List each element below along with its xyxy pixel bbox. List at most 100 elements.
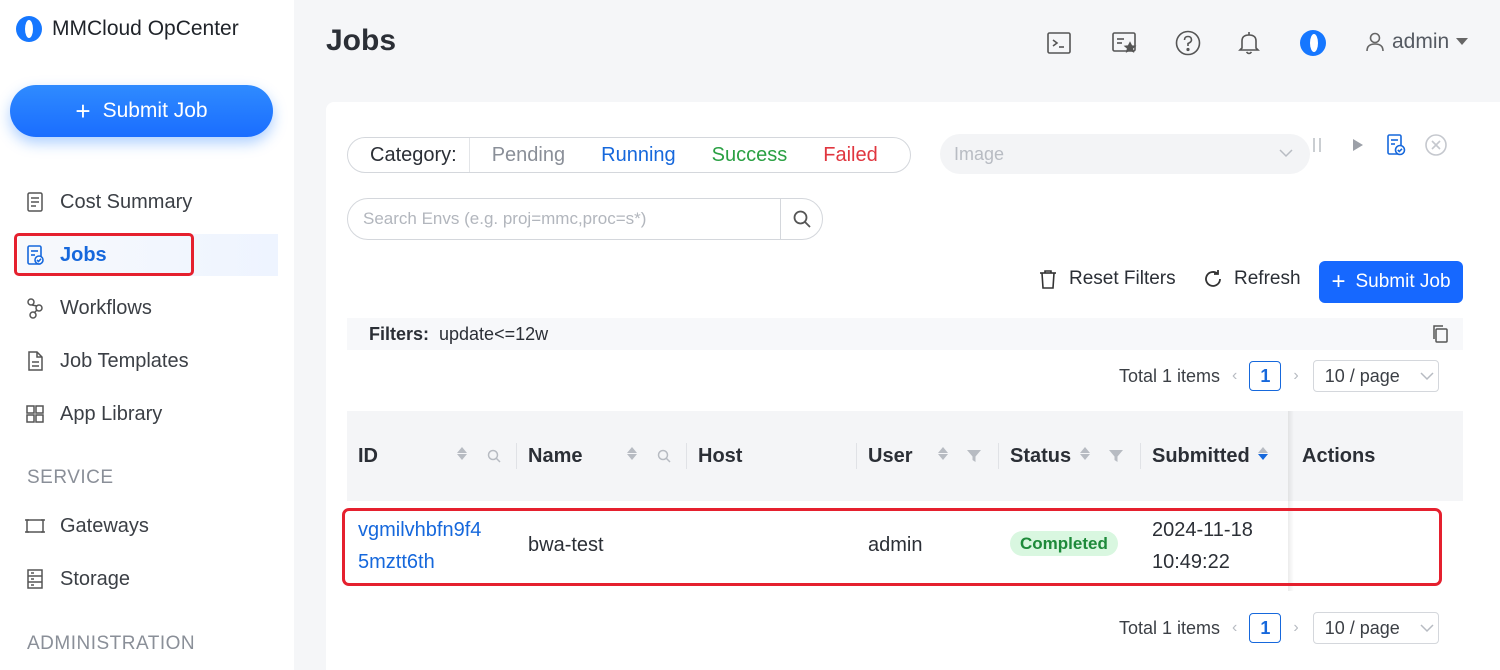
chevron-down-icon (1420, 372, 1434, 381)
total-items: Total 1 items (1119, 365, 1221, 386)
category-success[interactable]: Success (694, 144, 806, 167)
search-icon (793, 210, 811, 228)
table-row-submitted: 2024-11-18 10:49:22 (1152, 514, 1253, 578)
sidebar-item-job-templates[interactable]: Job Templates (18, 340, 278, 382)
chevron-down-icon (1420, 624, 1434, 633)
storage-icon (27, 569, 43, 589)
jobs-table: ID Name Host User Status Submitted Actio… (347, 411, 1463, 501)
brand-icon[interactable] (1298, 28, 1328, 58)
column-submitted: Submitted (1152, 411, 1290, 501)
job-detail-icon[interactable] (1384, 133, 1408, 157)
sidebar-item-gateways[interactable]: Gateways (18, 505, 278, 547)
submit-job-toolbar-label: Submit Job (1355, 271, 1451, 292)
sort-desc-icon[interactable] (1258, 447, 1268, 460)
page-number[interactable]: 1 (1249, 613, 1282, 643)
gateway-icon (25, 519, 45, 533)
submitted-time: 10:49:22 (1152, 551, 1230, 573)
prev-page-icon[interactable]: ‹ (1232, 619, 1237, 637)
reset-filters-label: Reset Filters (1069, 268, 1176, 289)
sidebar-item-label: Storage (60, 567, 131, 590)
filters-value: update<=12w (439, 323, 549, 344)
submit-job-toolbar-button[interactable]: + Submit Job (1319, 261, 1463, 303)
sidebar-item-label: Jobs (60, 243, 107, 266)
sort-icon[interactable] (457, 447, 467, 460)
submit-job-button[interactable]: + Submit Job (10, 85, 273, 137)
column-status: Status (1010, 411, 1141, 501)
search-input[interactable] (348, 199, 780, 239)
column-user: User (868, 411, 999, 501)
page-size-value: 10 / page (1324, 617, 1400, 638)
pagination-bottom: Total 1 items ‹ 1 › 10 / page (1119, 612, 1439, 644)
search-button[interactable] (780, 199, 822, 239)
sidebar-item-label: Job Templates (60, 349, 189, 372)
sidebar-item-label: App Library (60, 402, 163, 425)
play-icon[interactable] (1345, 133, 1369, 157)
template-icon (28, 351, 43, 371)
filter-icon[interactable] (966, 448, 982, 464)
table-row-name: bwa-test (528, 534, 604, 556)
table-row-id[interactable]: vgmilvhbfn9f4 5mztt6th (358, 514, 481, 578)
plus-icon: + (1331, 268, 1346, 295)
bell-icon[interactable] (1234, 28, 1264, 58)
sidebar-item-label: Cost Summary (60, 190, 193, 213)
table-row-user: admin (868, 534, 923, 556)
sort-icon[interactable] (627, 447, 637, 460)
brand[interactable]: MMCloud OpCenter (16, 16, 239, 42)
next-page-icon[interactable]: › (1293, 367, 1298, 385)
filter-icon[interactable] (1108, 448, 1124, 464)
reset-filters-button[interactable]: Reset Filters (1037, 268, 1176, 290)
sidebar: MMCloud OpCenter + Submit Job Cost Summa… (0, 0, 294, 670)
column-actions: Actions (1302, 444, 1376, 467)
search-icon[interactable] (656, 448, 672, 464)
table-row-status: Completed (1010, 531, 1118, 556)
page-size-select[interactable]: 10 / page (1312, 360, 1439, 392)
column-name: Name (528, 411, 687, 501)
total-items: Total 1 items (1119, 617, 1221, 638)
caret-down-icon (1456, 38, 1469, 45)
image-select[interactable]: Image (940, 134, 1310, 174)
pagination-top: Total 1 items ‹ 1 › 10 / page (1119, 360, 1439, 392)
favorites-icon[interactable] (1109, 28, 1139, 58)
app-name: MMCloud OpCenter (52, 17, 239, 40)
prev-page-icon[interactable]: ‹ (1232, 367, 1237, 385)
status-badge: Completed (1010, 531, 1118, 556)
search-icon[interactable] (486, 448, 502, 464)
sort-icon[interactable] (938, 447, 948, 460)
pause-icon[interactable] (1305, 133, 1329, 157)
sort-icon[interactable] (1080, 447, 1090, 460)
active-filters-bar: Filters: update<=12w (347, 318, 1463, 350)
sidebar-item-cost-summary[interactable]: Cost Summary (18, 181, 278, 223)
cancel-job-icon[interactable] (1424, 133, 1448, 157)
user-icon (1366, 32, 1384, 52)
category-failed[interactable]: Failed (805, 144, 909, 167)
page-size-select[interactable]: 10 / page (1312, 612, 1439, 644)
page-number[interactable]: 1 (1249, 361, 1282, 391)
job-doc-icon (27, 245, 44, 265)
sidebar-item-workflows[interactable]: Workflows (18, 287, 278, 329)
page-size-value: 10 / page (1324, 365, 1400, 386)
section-administration: ADMINISTRATION (27, 633, 196, 654)
job-id-link-cont[interactable]: 5mztt6th (358, 546, 481, 578)
sidebar-item-label: Workflows (60, 296, 152, 319)
fixed-column-shadow (1288, 411, 1294, 591)
refresh-icon (1205, 270, 1221, 287)
filters-label: Filters: (369, 323, 430, 344)
category-pending[interactable]: Pending (470, 144, 583, 167)
page-title: Jobs (326, 24, 397, 57)
sidebar-item-app-library[interactable]: App Library (18, 393, 278, 435)
category-running[interactable]: Running (583, 144, 694, 167)
table-header: ID Name Host User Status Submitted Actio… (347, 411, 1463, 501)
terminal-icon[interactable] (1044, 28, 1074, 58)
sidebar-item-jobs[interactable]: Jobs (18, 234, 278, 276)
category-label: Category: (348, 138, 470, 172)
job-id-link[interactable]: vgmilvhbfn9f4 (358, 514, 481, 546)
sidebar-item-label: Gateways (60, 514, 149, 537)
copy-icon[interactable] (1431, 324, 1449, 344)
help-icon[interactable] (1173, 28, 1203, 58)
next-page-icon[interactable]: › (1293, 619, 1298, 637)
column-host: Host (698, 411, 857, 501)
sidebar-item-storage[interactable]: Storage (18, 558, 278, 600)
user-menu[interactable]: admin (1364, 30, 1469, 54)
brand-logo-icon (16, 16, 42, 42)
refresh-button[interactable]: Refresh (1202, 268, 1301, 290)
